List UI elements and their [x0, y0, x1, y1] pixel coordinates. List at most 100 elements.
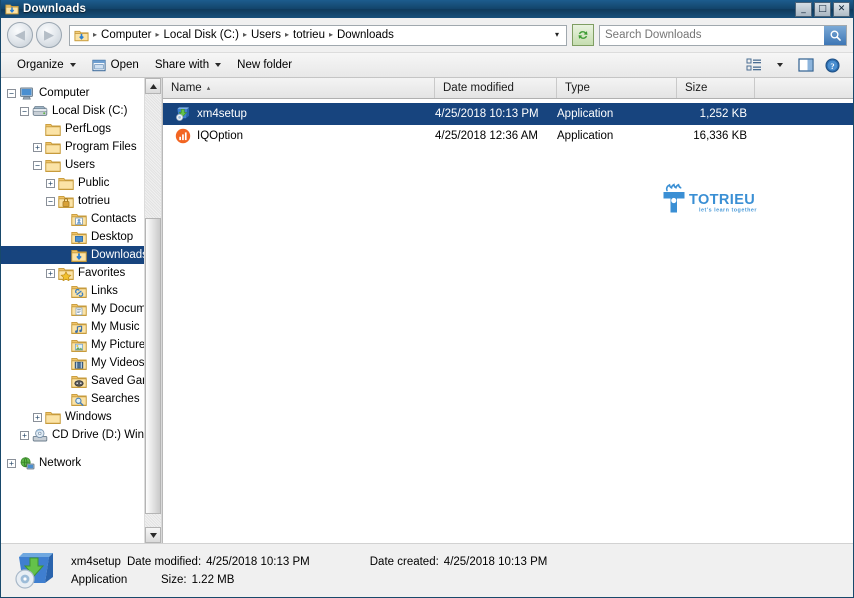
table-row[interactable]: xm4setup4/25/2018 10:13 PMApplication1,2…	[163, 103, 853, 125]
chevron-down-icon	[70, 63, 76, 67]
cell-name: xm4setup	[163, 106, 435, 122]
open-button[interactable]: Open	[84, 54, 147, 76]
collapse-icon[interactable]: −	[7, 89, 16, 98]
tree-item-my-music[interactable]: My Music	[1, 318, 161, 336]
tree-item-my-pictures[interactable]: My Pictures	[1, 336, 161, 354]
forward-button[interactable]: ▶	[36, 22, 62, 48]
tree-item-saved-game[interactable]: Saved Game	[1, 372, 161, 390]
tree-item-label: Local Disk (C:)	[52, 105, 127, 117]
tree-item-label: CD Drive (D:) Win7	[52, 429, 150, 441]
breadcrumb-item-local-disk[interactable]: Local Disk (C:)	[161, 29, 242, 41]
organize-button[interactable]: Organize	[9, 54, 84, 76]
saved-games-folder-icon	[71, 374, 87, 389]
chevron-down-icon[interactable]: ▾	[552, 31, 564, 39]
tree-item-perflogs[interactable]: PerfLogs	[1, 120, 161, 138]
tree-item-windows[interactable]: + Windows	[1, 408, 161, 426]
back-button[interactable]: ◀	[7, 22, 33, 48]
breadcrumb-item-computer[interactable]: Computer	[98, 29, 155, 41]
details-date-created-value: 4/25/2018 10:13 PM	[444, 556, 548, 568]
close-button[interactable]: ✕	[833, 2, 850, 17]
nav-scrollbar-thumb[interactable]	[145, 218, 161, 514]
tree-item-program-files[interactable]: + Program Files	[1, 138, 161, 156]
tree-item-totrieu[interactable]: −totrieu	[1, 192, 161, 210]
column-header-name-label: Name	[171, 82, 202, 94]
collapse-icon[interactable]: −	[46, 197, 55, 206]
tree-item-links[interactable]: Links	[1, 282, 161, 300]
cell-type: Application	[557, 108, 677, 120]
table-row[interactable]: IQOption4/25/2018 12:36 AMApplication16,…	[163, 125, 853, 147]
command-bar-right: ?	[741, 54, 845, 76]
list-view-icon[interactable]	[741, 54, 767, 76]
folder-icon	[58, 176, 74, 191]
preview-pane-icon[interactable]	[793, 54, 819, 76]
tree-item-cd-drive-d-win7[interactable]: + CD Drive (D:) Win7	[1, 426, 161, 444]
cell-date-modified: 4/25/2018 12:36 AM	[435, 130, 557, 142]
share-with-label: Share with	[155, 59, 209, 71]
file-name-label: xm4setup	[197, 108, 247, 120]
column-header-date-modified[interactable]: Date modified	[435, 78, 557, 98]
scroll-up-button[interactable]	[145, 78, 161, 94]
breadcrumb-item-totrieu[interactable]: totrieu	[290, 29, 328, 41]
expand-icon[interactable]: +	[20, 431, 29, 440]
tree-item-local-disk-c[interactable]: − Local Disk (C:)	[1, 102, 161, 120]
address-bar: ◀ ▶ ▸ Computer ▸ Local Disk (C:) ▸ Users…	[1, 18, 853, 52]
tree-item-public[interactable]: +Public	[1, 174, 161, 192]
search-box[interactable]	[599, 25, 847, 46]
view-dropdown-button[interactable]	[767, 54, 793, 76]
expand-icon[interactable]: +	[46, 269, 55, 278]
new-folder-button[interactable]: New folder	[229, 54, 300, 76]
expand-icon[interactable]: +	[46, 179, 55, 188]
tree-item-desktop[interactable]: Desktop	[1, 228, 161, 246]
column-header-date-label: Date modified	[443, 82, 514, 94]
tree-item-label: Windows	[65, 411, 112, 423]
breadcrumb-item-users[interactable]: Users	[248, 29, 284, 41]
details-date-modified-value: 4/25/2018 10:13 PM	[206, 556, 310, 568]
tree-item-searches[interactable]: Searches	[1, 390, 161, 408]
nav-scrollbar[interactable]	[144, 78, 161, 543]
column-header-size[interactable]: Size	[677, 78, 755, 98]
expander-placeholder	[59, 359, 68, 368]
tree-item-downloads[interactable]: Downloads	[1, 246, 161, 264]
tree-item-network[interactable]: + Network	[1, 454, 161, 472]
breadcrumb[interactable]: ▸ Computer ▸ Local Disk (C:) ▸ Users ▸ t…	[69, 25, 567, 46]
tree-item-favorites[interactable]: +Favorites	[1, 264, 161, 282]
expand-icon[interactable]: +	[33, 413, 42, 422]
minimize-button[interactable]: _	[795, 2, 812, 17]
folder-tree: − Computer − Local Disk (C:) PerfLogs + Progra…	[1, 78, 161, 472]
tree-item-label: Network	[39, 457, 81, 469]
search-icon[interactable]	[824, 26, 846, 45]
expand-icon[interactable]: +	[33, 143, 42, 152]
tree-item-users[interactable]: −Users	[1, 156, 161, 174]
tree-item-label: Desktop	[91, 231, 133, 243]
installer-app-icon	[175, 106, 191, 122]
help-icon[interactable]: ?	[819, 54, 845, 76]
tree-item-label: PerfLogs	[65, 123, 111, 135]
tree-item-label: Program Files	[65, 141, 137, 153]
maximize-button[interactable]: □	[814, 2, 831, 17]
tree-item-my-documen[interactable]: My Documen	[1, 300, 161, 318]
folder-icon	[45, 158, 61, 173]
scroll-down-button[interactable]	[145, 527, 161, 543]
expand-icon[interactable]: +	[7, 459, 16, 468]
share-with-button[interactable]: Share with	[147, 54, 229, 76]
tree-item-my-videos[interactable]: My Videos	[1, 354, 161, 372]
expander-placeholder	[59, 395, 68, 404]
breadcrumb-item-downloads[interactable]: Downloads	[334, 29, 397, 41]
expander-placeholder	[59, 323, 68, 332]
details-file-name: xm4setup	[71, 556, 127, 568]
open-icon	[92, 59, 106, 72]
details-line-2: Application Size: 1.22 MB	[71, 574, 843, 586]
column-header-name[interactable]: Name ▴	[163, 78, 435, 98]
refresh-button[interactable]	[572, 24, 594, 46]
column-header-type[interactable]: Type	[557, 78, 677, 98]
command-bar: Organize Open Share with New folder	[1, 52, 853, 78]
tree-item-label: Contacts	[91, 213, 136, 225]
tree-item-contacts[interactable]: Contacts	[1, 210, 161, 228]
search-input[interactable]	[600, 29, 824, 41]
collapse-icon[interactable]: −	[33, 161, 42, 170]
user-folder-icon	[58, 194, 74, 209]
tree-item-computer[interactable]: − Computer	[1, 84, 161, 102]
collapse-icon[interactable]: −	[20, 107, 29, 116]
expander-placeholder	[59, 233, 68, 242]
tree-item-label: Computer	[39, 87, 90, 99]
